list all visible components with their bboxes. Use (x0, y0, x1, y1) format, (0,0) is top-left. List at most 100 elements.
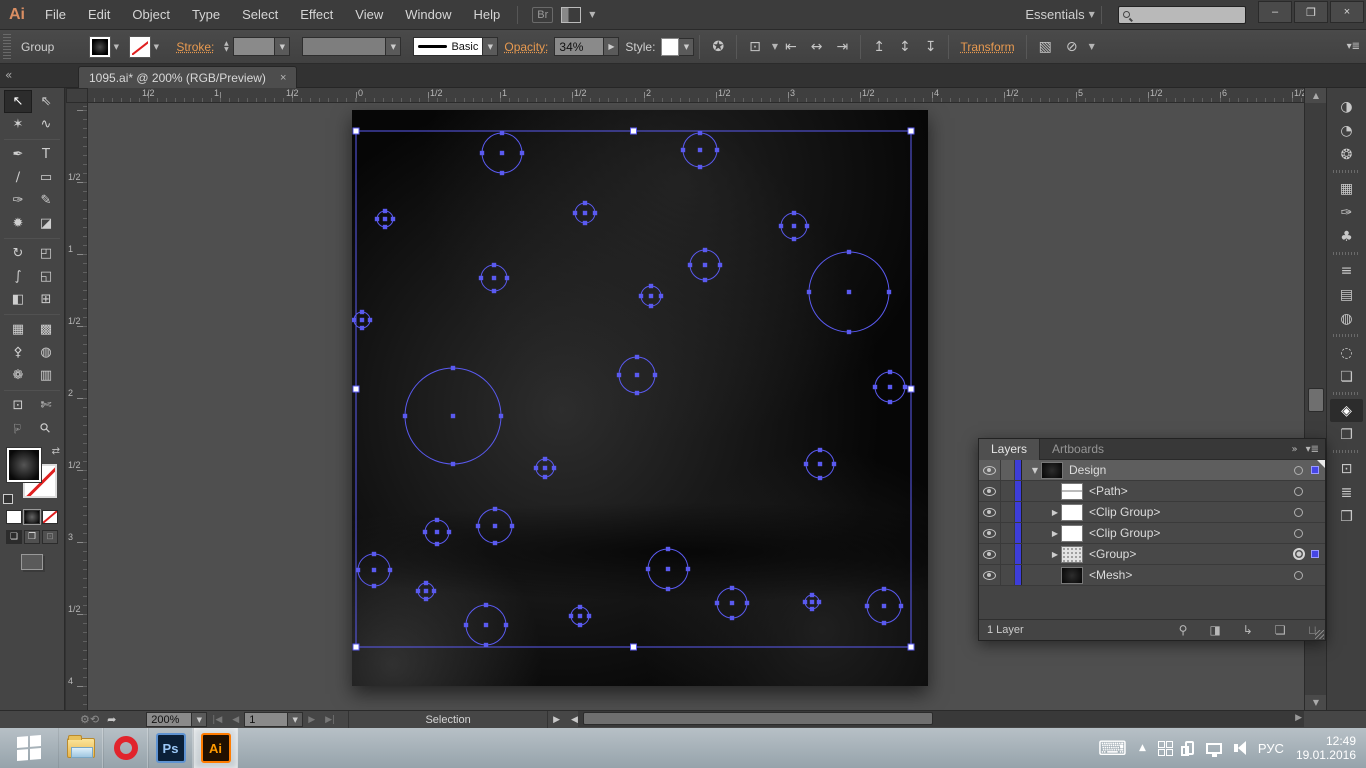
chevron-down-icon[interactable]: ▼ (150, 37, 162, 57)
collapse-panel-icon[interactable]: » (1291, 444, 1297, 455)
zoom-level-value[interactable]: 200% (146, 712, 192, 727)
status-flyout-icon[interactable]: ▶ (553, 715, 560, 725)
layer-name[interactable]: <Clip Group> (1089, 505, 1160, 519)
pencil-tool[interactable]: ✎ (32, 189, 60, 212)
target-indicator[interactable] (1294, 487, 1303, 496)
transform-link[interactable]: Transform (960, 40, 1014, 54)
collapse-panels-icon[interactable]: « (5, 68, 12, 82)
target-indicator[interactable] (1294, 466, 1303, 475)
target-indicator[interactable] (1294, 508, 1303, 517)
stroke-panel-icon[interactable]: ≡ (1330, 259, 1363, 282)
search-input[interactable] (1130, 9, 1230, 21)
scale-tool[interactable]: ◰ (32, 242, 60, 265)
artwork-mesh-object[interactable] (352, 110, 928, 686)
visibility-toggle[interactable] (979, 481, 1001, 501)
touch-keyboard-icon[interactable]: ⌨ (1098, 738, 1127, 758)
visibility-toggle[interactable] (979, 565, 1001, 585)
close-button[interactable]: × (1330, 1, 1364, 23)
layer-thumbnail[interactable] (1042, 463, 1062, 478)
lasso-tool[interactable]: ∿ (32, 113, 60, 136)
recolor-artwork-icon[interactable]: ✪ (712, 31, 724, 63)
pen-tool[interactable]: ✒ (4, 143, 32, 166)
selection-handle[interactable] (353, 644, 359, 650)
menu-select[interactable]: Select (231, 0, 289, 29)
previous-artboard-icon[interactable]: ◀ (232, 715, 239, 725)
horizontal-scrollbar[interactable]: ▶ (578, 711, 1304, 727)
scroll-up-icon[interactable]: ▲ (1305, 88, 1327, 103)
vertical-ruler[interactable]: 1/211/221/231/24 (66, 103, 88, 710)
taskbar-illustrator[interactable]: Ai (193, 728, 238, 768)
opacity-field[interactable]: 34% (554, 37, 604, 56)
stroke-weight-field[interactable] (233, 37, 275, 56)
selection-handle[interactable] (353, 128, 359, 134)
scroll-right-icon[interactable]: ▶ (1295, 713, 1302, 723)
first-artboard-icon[interactable]: |◀ (212, 715, 222, 725)
panel-grip[interactable] (3, 34, 11, 60)
action-center-icon[interactable] (1158, 741, 1173, 756)
chevron-down-icon[interactable]: ▼ (483, 37, 498, 56)
artboards-panel-icon[interactable]: ❐ (1330, 423, 1363, 446)
target-indicator[interactable] (1294, 571, 1303, 580)
blend-tool[interactable]: ◍ (32, 341, 60, 364)
lock-toggle[interactable] (1001, 523, 1015, 543)
draw-inside-button[interactable]: ⊡ (42, 530, 58, 544)
visibility-toggle[interactable] (979, 523, 1001, 543)
new-layer-icon[interactable]: ❏ (1275, 623, 1286, 637)
paintbrush-tool[interactable]: ✑ (4, 189, 32, 212)
appearance-panel-icon[interactable]: ◌ (1330, 341, 1363, 364)
none-button[interactable] (42, 510, 58, 524)
blob-brush-tool[interactable]: ✹ (4, 212, 32, 235)
taskbar-file-explorer[interactable] (58, 728, 103, 768)
rectangle-tool[interactable]: ▭ (32, 166, 60, 189)
gradient-tool[interactable]: ▩ (32, 318, 60, 341)
gradient-button[interactable] (24, 510, 40, 524)
disclosure-triangle[interactable]: ▶ (1048, 550, 1062, 559)
layer-row[interactable]: ▶<Clip Group> (979, 523, 1325, 544)
selection-handle[interactable] (631, 128, 637, 134)
layer-name[interactable]: <Clip Group> (1089, 526, 1160, 540)
layer-thumbnail[interactable] (1062, 547, 1082, 562)
swatches-panel-icon[interactable]: ▦ (1330, 177, 1363, 200)
new-sublayer-icon[interactable]: ↳ (1243, 623, 1253, 637)
symbols-panel-icon[interactable]: ♣ (1330, 225, 1363, 248)
align-left-icon[interactable]: ⇤ (785, 31, 797, 63)
brush-definition-field[interactable]: Basic (413, 37, 483, 56)
layer-thumbnail[interactable] (1062, 484, 1082, 499)
shape-builder-tool[interactable]: ◧ (4, 288, 32, 311)
artboard-navigation[interactable]: 1 ▼ (244, 712, 303, 727)
start-button[interactable] (0, 728, 58, 768)
chevron-down-icon[interactable]: ▼ (110, 37, 122, 57)
disclosure-triangle[interactable]: ▶ (1048, 508, 1062, 517)
transparency-panel-icon[interactable]: ◍ (1330, 307, 1363, 330)
artboard-tool[interactable]: ⊡ (4, 394, 32, 417)
selection-handle[interactable] (908, 644, 914, 650)
visibility-toggle[interactable] (979, 502, 1001, 522)
lock-toggle[interactable] (1001, 502, 1015, 522)
graphic-styles-panel-icon[interactable]: ❏ (1330, 365, 1363, 388)
safely-remove-hardware-icon[interactable] (1185, 741, 1194, 755)
align-bottom-icon[interactable]: ↧ (925, 31, 937, 63)
selection-handle[interactable] (353, 386, 359, 392)
document-tab[interactable]: 1095.ai* @ 200% (RGB/Preview) × (78, 66, 297, 88)
taskbar-opera[interactable] (103, 728, 148, 768)
target-indicator[interactable] (1294, 529, 1303, 538)
color-button[interactable] (6, 510, 22, 524)
show-hidden-icons-chevron[interactable]: ▲ (1139, 743, 1146, 753)
horizontal-scroll-thumb[interactable] (583, 712, 933, 725)
chevron-down-icon[interactable]: ▼ (192, 712, 207, 727)
chevron-down-icon[interactable]: ▼ (275, 37, 290, 56)
menu-view[interactable]: View (344, 0, 394, 29)
hand-tool[interactable]: ☜ (4, 417, 32, 440)
menu-effect[interactable]: Effect (289, 0, 344, 29)
lock-toggle[interactable] (1001, 481, 1015, 501)
visibility-toggle[interactable] (979, 460, 1001, 480)
rotate-tool[interactable]: ↻ (4, 242, 32, 265)
menu-window[interactable]: Window (394, 0, 462, 29)
next-artboard-icon[interactable]: ▶ (308, 715, 315, 725)
clock[interactable]: 12:49 19.01.2016 (1296, 734, 1356, 762)
layer-row[interactable]: <Path> (979, 481, 1325, 502)
stroke-weight-stepper[interactable]: ▲▼ (220, 41, 232, 53)
last-artboard-icon[interactable]: ▶| (325, 715, 335, 725)
panel-menu-icon[interactable]: ▾≣ (1347, 41, 1360, 52)
selection-handle[interactable] (631, 644, 637, 650)
